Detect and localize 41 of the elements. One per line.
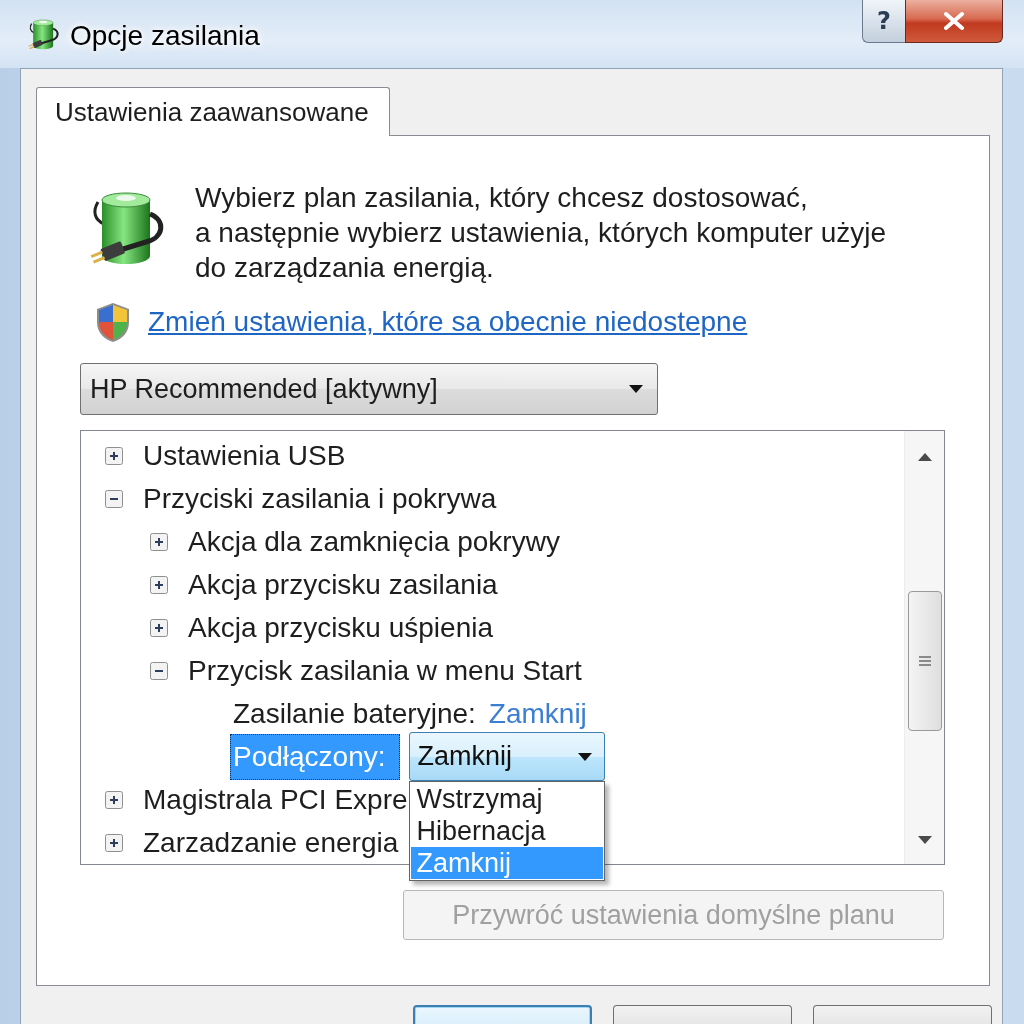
tree-item[interactable]: Przycisk zasilania w menu Start xyxy=(185,651,585,690)
expand-icon[interactable] xyxy=(105,833,123,852)
collapse-icon[interactable] xyxy=(150,661,168,680)
instruction-text: Wybierz plan zasilania, który chcesz dostosować, a następnie wybierz ustawienia, których komputer użyje do zarządzania energią. xyxy=(195,181,886,285)
shield-icon xyxy=(95,302,131,342)
dropdown-option[interactable]: Hibernacja xyxy=(410,815,603,847)
close-button[interactable] xyxy=(905,0,1003,43)
scroll-down-icon[interactable] xyxy=(917,836,932,844)
setting-value-link[interactable]: Zamknij xyxy=(488,697,587,730)
expand-icon[interactable] xyxy=(150,618,168,637)
setting-dropdown[interactable]: Zamknij xyxy=(408,732,605,781)
help-button[interactable]: ? xyxy=(862,0,905,43)
tree-item[interactable]: Przyciski zasilania i pokrywa xyxy=(140,479,500,518)
scrollbar-thumb[interactable] xyxy=(907,591,942,731)
dropdown-option[interactable]: Wstrzymaj xyxy=(410,783,603,815)
setting-label[interactable]: Zasilanie bateryjne: xyxy=(230,694,479,733)
grip-icon xyxy=(918,656,931,666)
dialog-button[interactable] xyxy=(413,1005,592,1024)
tree-item[interactable]: Ustawienia USB xyxy=(140,436,349,475)
tree-item[interactable]: Zarzadzanie energia xyxy=(140,823,402,862)
expand-icon[interactable] xyxy=(150,532,168,551)
tree-item[interactable]: Akcja przycisku zasilania xyxy=(185,565,501,604)
collapse-icon[interactable] xyxy=(105,489,123,508)
window-title: Opcje zasilania xyxy=(70,20,260,52)
scroll-up-icon[interactable] xyxy=(917,453,932,461)
caret-down-icon xyxy=(577,752,592,761)
caret-down-icon xyxy=(629,385,643,393)
dialog-button[interactable] xyxy=(613,1005,792,1024)
expand-icon[interactable] xyxy=(150,575,168,594)
tab[interactable]: Ustawienia zaawansowane xyxy=(36,87,390,136)
expand-icon[interactable] xyxy=(105,790,123,809)
admin-link[interactable]: Zmień ustawienia, które sa obecnie niedostepne xyxy=(148,306,748,338)
battery-plug-icon xyxy=(27,17,61,51)
tree-item[interactable]: Akcja przycisku uśpienia xyxy=(185,608,497,647)
plan-dropdown[interactable]: HP Recommended [aktywny] xyxy=(80,363,658,415)
expand-icon[interactable] xyxy=(105,446,123,465)
dialog-button[interactable] xyxy=(813,1005,992,1024)
tree-item[interactable]: Akcja dla zamknięcia pokrywy xyxy=(185,522,563,561)
tree-item[interactable]: Magistrala PCI Expre xyxy=(140,780,411,819)
vertical-scrollbar[interactable] xyxy=(904,431,944,864)
close-icon xyxy=(943,12,965,30)
